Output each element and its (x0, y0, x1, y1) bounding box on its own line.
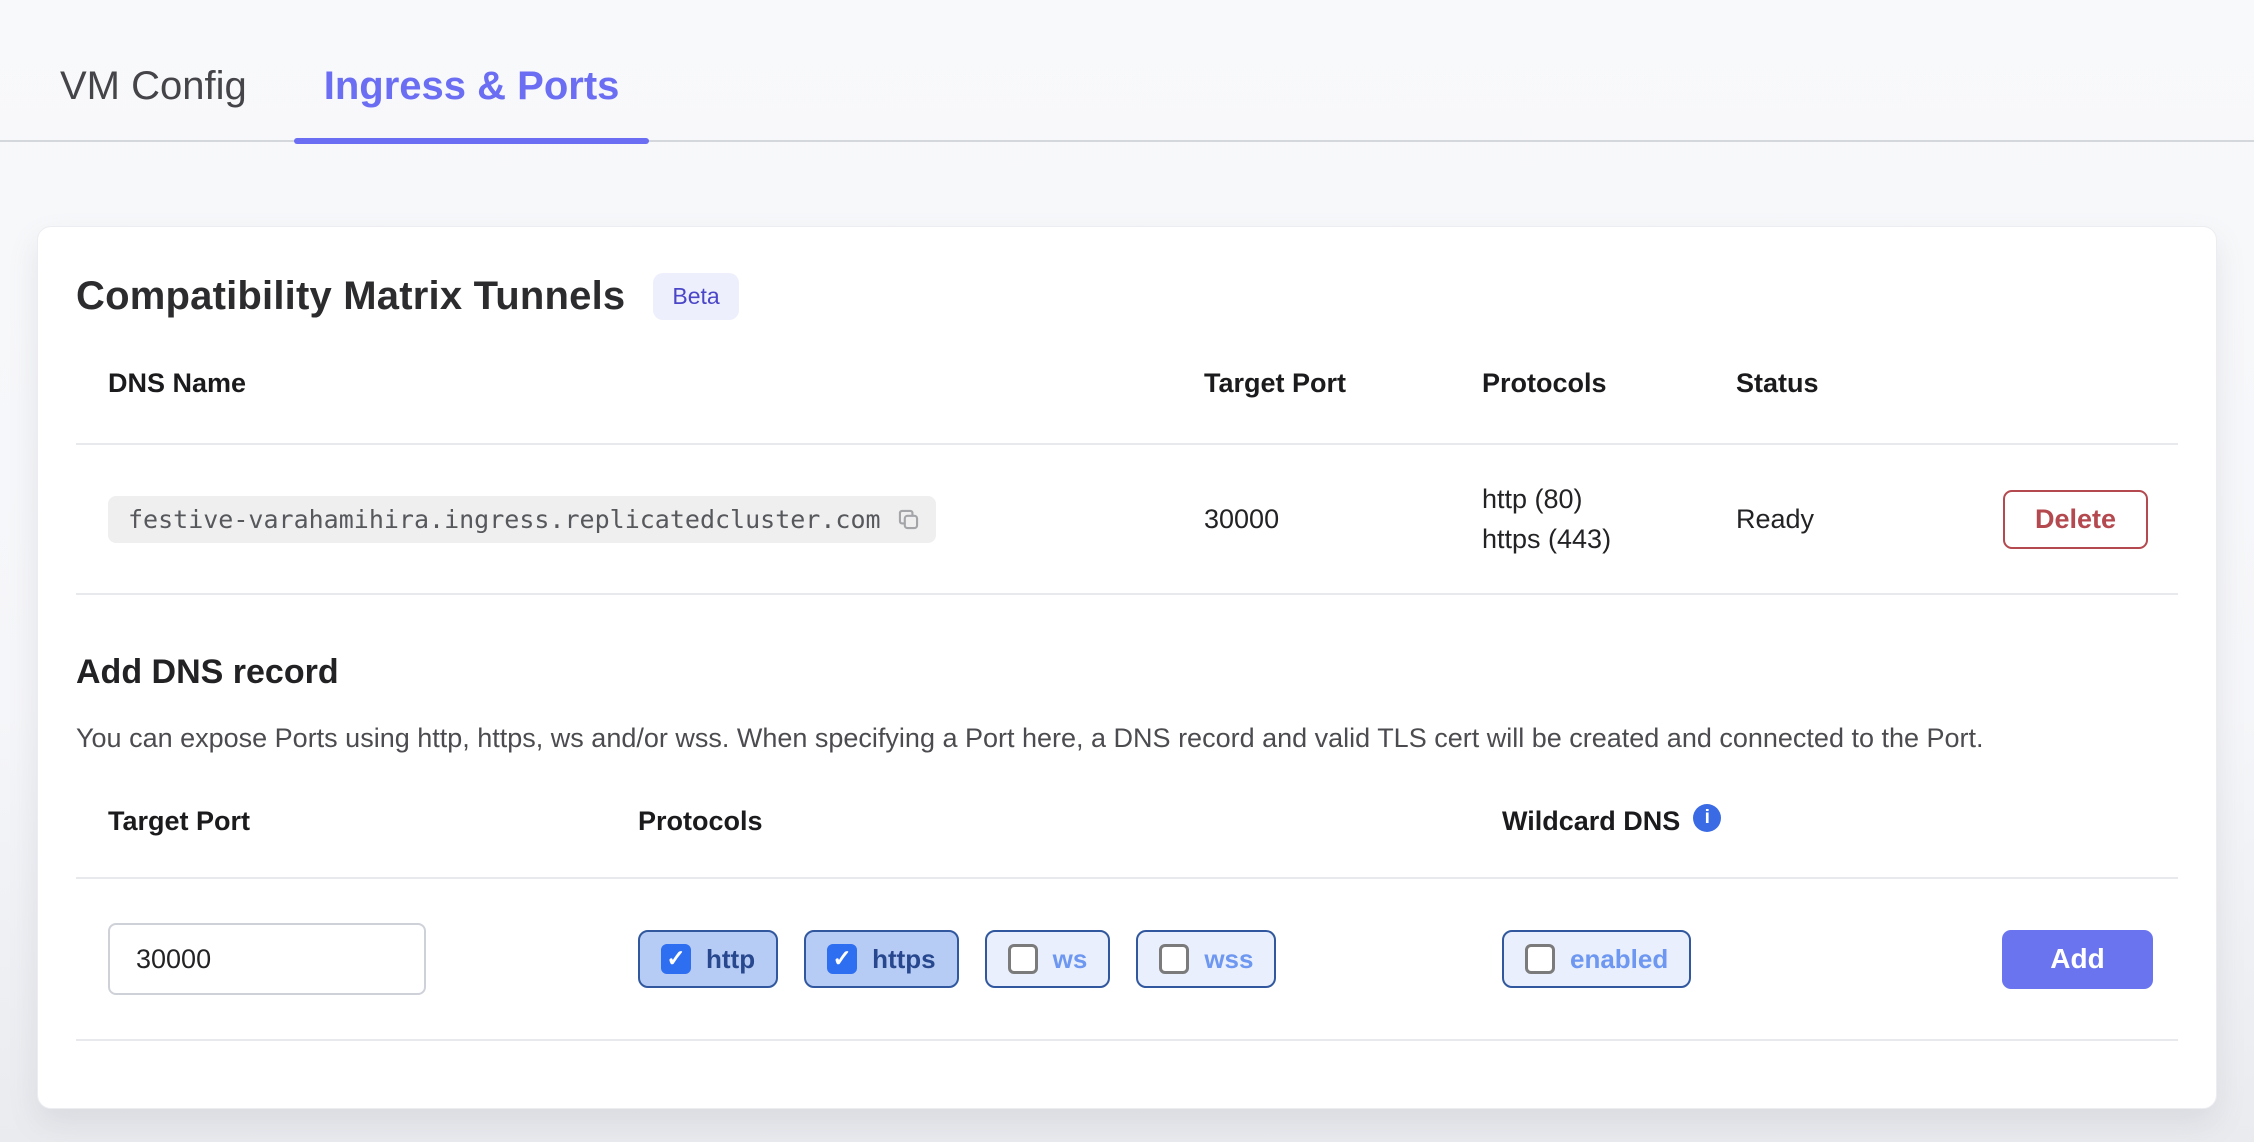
beta-badge: Beta (653, 273, 738, 320)
protocol-line-https: https (443) (1482, 519, 1736, 559)
http-checkbox[interactable] (661, 944, 691, 974)
col-header-dns-name: DNS Name (108, 368, 1204, 399)
col-header-protocols: Protocols (1482, 368, 1736, 399)
card-title-row: Compatibility Matrix Tunnels Beta (76, 273, 2178, 320)
wildcard-dns-label: Wildcard DNS (1502, 806, 1680, 837)
divider (76, 1039, 2178, 1041)
ws-chip-label: ws (1053, 944, 1088, 975)
target-port-field-wrap (108, 923, 638, 995)
target-port-input[interactable] (108, 923, 426, 995)
wildcard-field-wrap: enabled (1502, 930, 2002, 988)
add-dns-record-description: You can expose Ports using http, https, … (76, 718, 2138, 758)
protocol-chip-wss[interactable]: wss (1136, 930, 1276, 988)
divider (76, 877, 2178, 879)
form-col-wildcard-dns: Wildcard DNS i (1502, 806, 2002, 837)
protocol-chip-http[interactable]: http (638, 930, 778, 988)
tab-ingress-ports[interactable]: Ingress & Ports (294, 66, 650, 140)
add-button[interactable]: Add (2002, 930, 2153, 989)
copy-icon[interactable] (895, 506, 922, 533)
wss-chip-label: wss (1204, 944, 1253, 975)
tunnels-card: Compatibility Matrix Tunnels Beta DNS Na… (37, 226, 2217, 1109)
protocol-chip-https[interactable]: https (804, 930, 959, 988)
https-chip-label: https (872, 944, 936, 975)
card-title: Compatibility Matrix Tunnels (76, 274, 625, 319)
dns-name-cell: festive-varahamihira.ingress.replicatedc… (108, 496, 1204, 543)
wildcard-enabled-chip[interactable]: enabled (1502, 930, 1691, 988)
add-form-header: Target Port Protocols Wildcard DNS i (76, 806, 2178, 877)
wildcard-checkbox[interactable] (1525, 944, 1555, 974)
delete-button[interactable]: Delete (2003, 490, 2148, 549)
wss-checkbox[interactable] (1159, 944, 1189, 974)
dns-name-value: festive-varahamihira.ingress.replicatedc… (128, 505, 881, 534)
wildcard-chip-label: enabled (1570, 944, 1668, 975)
form-col-target-port: Target Port (108, 806, 638, 837)
table-row: festive-varahamihira.ingress.replicatedc… (76, 445, 2178, 593)
add-form-row: http https ws wss enabled Add (76, 923, 2178, 995)
http-chip-label: http (706, 944, 755, 975)
status-cell: Ready (1736, 504, 1995, 535)
info-icon[interactable]: i (1693, 804, 1721, 832)
protocol-chip-group: http https ws wss (638, 930, 1502, 988)
tunnels-table-header: DNS Name Target Port Protocols Status (76, 368, 2178, 443)
ws-checkbox[interactable] (1008, 944, 1038, 974)
target-port-cell: 30000 (1204, 504, 1482, 535)
divider (76, 593, 2178, 595)
tab-bar: VM Config Ingress & Ports (0, 0, 2254, 142)
form-col-protocols: Protocols (638, 806, 1502, 837)
protocol-line-http: http (80) (1482, 479, 1736, 519)
col-header-status: Status (1736, 368, 1995, 399)
https-checkbox[interactable] (827, 944, 857, 974)
dns-name-pill: festive-varahamihira.ingress.replicatedc… (108, 496, 936, 543)
tab-vm-config[interactable]: VM Config (60, 66, 247, 140)
col-header-target-port: Target Port (1204, 368, 1482, 399)
protocol-chip-ws[interactable]: ws (985, 930, 1111, 988)
add-dns-record-heading: Add DNS record (76, 653, 2178, 692)
protocols-cell: http (80) https (443) (1482, 479, 1736, 559)
